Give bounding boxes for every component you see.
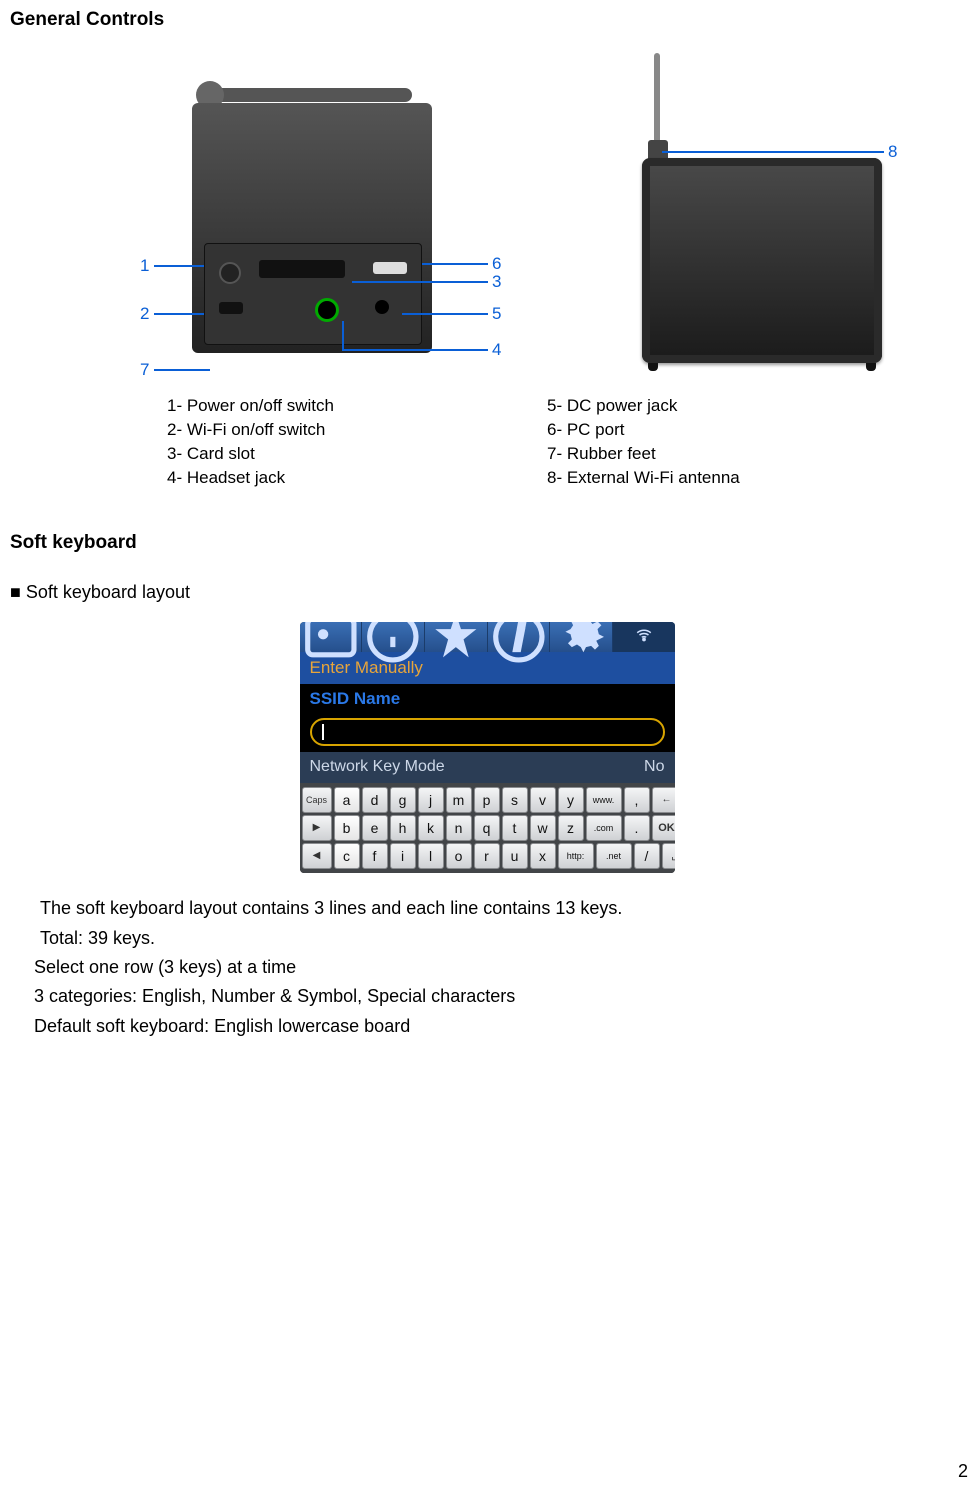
legend-item-7: 7- Rubber feet (547, 443, 807, 465)
kb-mode-row: Network Key Mode No (300, 752, 675, 783)
legend-item-3: 3- Card slot (167, 443, 427, 465)
key-period: . (624, 815, 650, 841)
callout-4: 4 (492, 339, 501, 361)
kb-ssid-label: SSID Name (300, 684, 675, 714)
key: i (390, 843, 416, 869)
tab-star-icon (425, 622, 488, 652)
key: z (558, 815, 584, 841)
key-ok: OK (652, 815, 675, 841)
legend-item-4: 4- Headset jack (167, 467, 427, 489)
key: q (474, 815, 500, 841)
tab-photo-icon (300, 622, 363, 652)
key: j (418, 787, 444, 813)
callout-1: 1 (140, 255, 149, 277)
kb-mode-label: Network Key Mode (310, 757, 445, 778)
legend-item-5: 5- DC power jack (547, 395, 807, 417)
key: h (390, 815, 416, 841)
kb-mode-value: No (644, 757, 664, 778)
key: a (334, 787, 360, 813)
key-caps: Caps (302, 787, 332, 813)
heading-general-controls: General Controls (10, 8, 964, 33)
key-slash: / (634, 843, 660, 869)
device-back-illustration (612, 98, 902, 383)
device-diagram-row: 1 2 7 6 3 5 4 8 (10, 53, 964, 383)
key: p (474, 787, 500, 813)
key-www: www. (586, 787, 622, 813)
key-left-arrow: ◀ (302, 843, 332, 869)
body-line-1: The soft keyboard layout contains 3 line… (40, 897, 964, 920)
tab-about-icon: i (488, 622, 551, 652)
kb-key-grid: Caps a d g j m p s v y www. , ← ▶ b e h … (300, 783, 675, 873)
tab-wifi-icon (613, 622, 675, 652)
key-http: http: (558, 843, 594, 869)
key: l (418, 843, 444, 869)
key-comma: , (624, 787, 650, 813)
callout-5: 5 (492, 303, 501, 325)
legend-item-6: 6- PC port (547, 419, 807, 441)
key-space: ␣ (662, 843, 675, 869)
device-front-diagram: 1 2 7 6 3 5 4 (62, 53, 512, 383)
body-line-4: 3 categories: English, Number & Symbol, … (34, 985, 964, 1008)
callout-3: 3 (492, 271, 501, 293)
key: d (362, 787, 388, 813)
key: o (446, 843, 472, 869)
key: k (418, 815, 444, 841)
key: u (502, 843, 528, 869)
key: n (446, 815, 472, 841)
callout-2: 2 (140, 303, 149, 325)
body-line-2: Total: 39 keys. (40, 927, 964, 950)
key: w (530, 815, 556, 841)
soft-keyboard-screenshot: i Enter Manually SSID Name Network Key M… (300, 622, 675, 873)
key: t (502, 815, 528, 841)
key-right-arrow: ▶ (302, 815, 332, 841)
key-backspace: ← (652, 787, 675, 813)
key: e (362, 815, 388, 841)
device-back-diagram: 8 (572, 53, 912, 383)
heading-soft-keyboard: Soft keyboard (10, 531, 964, 556)
legend-item-1: 1- Power on/off switch (167, 395, 427, 417)
page-number: 2 (958, 1460, 968, 1483)
key-com: .com (586, 815, 622, 841)
key: m (446, 787, 472, 813)
tab-info-icon (362, 622, 425, 652)
key: s (502, 787, 528, 813)
key: f (362, 843, 388, 869)
key: r (474, 843, 500, 869)
device-front-illustration (192, 63, 432, 383)
controls-legend: 1- Power on/off switch 2- Wi-Fi on/off s… (10, 393, 964, 491)
svg-text:i: i (514, 622, 523, 658)
key: g (390, 787, 416, 813)
body-text-block: The soft keyboard layout contains 3 line… (40, 897, 964, 1038)
key: c (334, 843, 360, 869)
callout-7: 7 (140, 359, 149, 381)
body-line-3: Select one row (3 keys) at a time (34, 956, 964, 979)
callout-8: 8 (888, 141, 897, 163)
key: v (530, 787, 556, 813)
body-line-5: Default soft keyboard: English lowercase… (34, 1015, 964, 1038)
tab-settings-icon (550, 622, 613, 652)
legend-item-8: 8- External Wi-Fi antenna (547, 467, 807, 489)
legend-item-2: 2- Wi-Fi on/off switch (167, 419, 427, 441)
key-net: .net (596, 843, 632, 869)
key: y (558, 787, 584, 813)
subheading-soft-keyboard-layout: Soft keyboard layout (10, 581, 964, 604)
key: b (334, 815, 360, 841)
kb-top-tabs: i (300, 622, 675, 652)
key: x (530, 843, 556, 869)
kb-ssid-field (310, 718, 665, 746)
